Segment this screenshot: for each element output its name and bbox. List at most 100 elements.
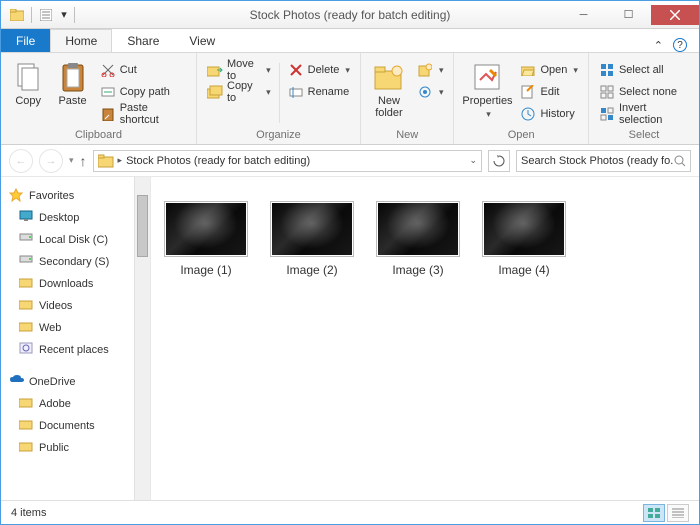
status-bar: 4 items [1,500,699,524]
list-item[interactable]: Image (3) [373,201,463,277]
invert-selection-button[interactable]: Invert selection [595,103,693,125]
edit-button[interactable]: Edit [516,81,581,103]
new-item-button[interactable]: ▾ [413,59,448,81]
easy-access-button[interactable]: ▾ [413,81,448,103]
new-folder-button[interactable]: New folder [367,59,411,121]
back-button[interactable]: ← [9,149,33,173]
collapse-ribbon-icon[interactable]: ⌃ [654,39,663,52]
drive-icon [19,232,35,248]
list-item[interactable]: Image (4) [479,201,569,277]
chevron-down-icon[interactable]: ⌄ [469,155,477,166]
edit-icon [520,84,536,100]
chevron-down-icon: ▾ [486,109,491,120]
nav-documents[interactable]: Documents [1,415,150,437]
group-new: New folder ▾ ▾ New [361,53,455,144]
folder-icon [19,298,35,314]
title-bar: ▾ Stock Photos (ready for batch editing)… [1,1,699,29]
nav-videos[interactable]: Videos [1,295,150,317]
help-icon[interactable]: ? [673,38,687,52]
history-button[interactable]: History [516,103,581,125]
select-all-button[interactable]: Select all [595,59,693,81]
move-to-icon [207,62,223,78]
tab-file[interactable]: File [1,29,50,52]
view-details-button[interactable] [667,504,689,522]
properties-button[interactable]: Properties ▾ [460,59,514,122]
recent-locations-icon[interactable]: ▾ [69,155,74,166]
tab-home[interactable]: Home [50,29,112,52]
copy-button[interactable]: Copy [7,59,49,109]
list-item[interactable]: Image (2) [267,201,357,277]
group-select: Select all Select none Invert selection … [589,53,699,144]
nav-favorites[interactable]: Favorites [1,185,150,207]
nav-web[interactable]: Web [1,317,150,339]
new-folder-icon [373,61,405,93]
maximize-button[interactable]: ☐ [606,5,651,25]
close-button[interactable] [651,5,699,25]
separator [279,63,280,123]
nav-adobe[interactable]: Adobe [1,393,150,415]
folder-icon [9,7,25,23]
properties-icon[interactable] [38,7,54,23]
open-button[interactable]: Open▾ [516,59,581,81]
group-organize: Move to▾ Copy to▾ Delete▾ Rename Organiz… [197,53,361,144]
nav-secondary-s[interactable]: Secondary (S) [1,251,150,273]
nav-public[interactable]: Public [1,437,150,459]
easy-access-icon [417,84,433,100]
nav-downloads[interactable]: Downloads [1,273,150,295]
nav-desktop[interactable]: Desktop [1,207,150,229]
nav-local-c[interactable]: Local Disk (C) [1,229,150,251]
tab-view[interactable]: View [174,29,230,52]
rename-button[interactable]: Rename [284,81,354,103]
paste-shortcut-button[interactable]: Paste shortcut [96,103,190,125]
folder-icon [19,276,35,292]
recent-icon [19,342,35,358]
chevron-down-icon: ▾ [439,65,444,76]
paste-button[interactable]: Paste [51,59,93,109]
select-none-button[interactable]: Select none [595,81,693,103]
search-input[interactable]: Search Stock Photos (ready fo... [516,150,691,172]
window-controls: ─ ☐ [561,5,699,25]
nav-recent[interactable]: Recent places [1,339,150,361]
paste-icon [57,61,89,93]
delete-button[interactable]: Delete▾ [284,59,354,81]
chevron-down-icon: ▾ [573,65,578,76]
chevron-right-icon[interactable]: ▸ [118,155,123,166]
folder-icon [19,440,35,456]
view-thumbnails-button[interactable] [643,504,665,522]
address-bar[interactable]: ▸ Stock Photos (ready for batch editing)… [93,150,482,172]
new-item-icon [417,62,433,78]
breadcrumb[interactable]: Stock Photos (ready for batch editing) [126,155,310,167]
group-clipboard: Copy Paste Cut Copy path Paste shortcut … [1,53,197,144]
thumbnail [482,201,566,257]
tab-share[interactable]: Share [112,29,174,52]
drive-icon [19,254,35,270]
file-list[interactable]: Image (1) Image (2) Image (3) Image (4) [151,177,699,500]
nav-onedrive[interactable]: OneDrive [1,371,150,393]
desktop-icon [19,210,35,226]
list-item[interactable]: Image (1) [161,201,251,277]
thumbnail [270,201,354,257]
dropdown-icon[interactable]: ▾ [60,7,68,23]
scrollbar[interactable] [134,177,150,500]
minimize-button[interactable]: ─ [561,5,606,25]
search-icon [674,155,686,167]
cut-button[interactable]: Cut [96,59,190,81]
cut-icon [100,62,116,78]
copy-to-icon [207,84,223,100]
folder-icon [19,396,35,412]
chevron-down-icon: ▾ [345,65,350,76]
forward-button[interactable]: → [39,149,63,173]
up-button[interactable]: ↑ [80,153,87,169]
invert-icon [599,106,615,122]
folder-icon [19,320,35,336]
move-to-button[interactable]: Move to▾ [203,59,275,81]
star-icon [9,188,25,204]
copy-path-button[interactable]: Copy path [96,81,190,103]
copy-to-button[interactable]: Copy to▾ [203,81,275,103]
history-icon [520,106,536,122]
refresh-button[interactable] [488,150,510,172]
select-none-icon [599,84,615,100]
item-count: 4 items [11,507,46,519]
quick-access-toolbar: ▾ [1,7,75,23]
paste-shortcut-icon [100,106,116,122]
